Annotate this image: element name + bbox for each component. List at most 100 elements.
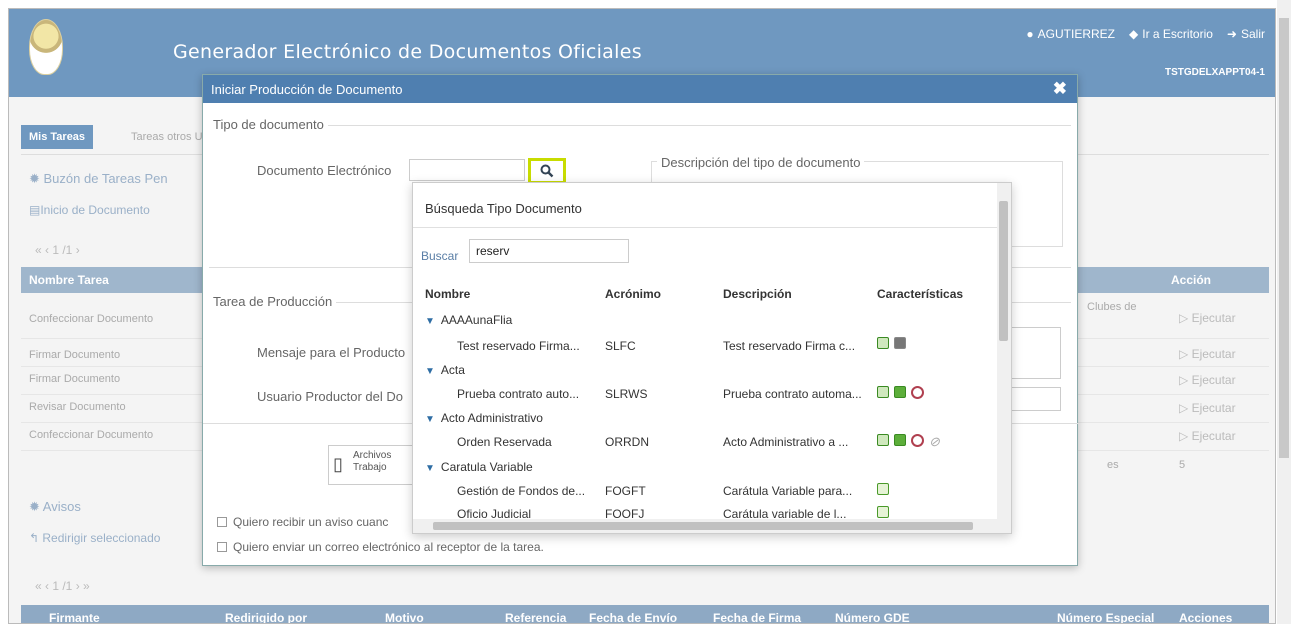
divider bbox=[413, 227, 1001, 228]
collapse-icon: ▼ bbox=[425, 463, 435, 474]
tipo-documento-legend: Tipo de documento bbox=[209, 117, 328, 132]
document-icon: ▤ bbox=[29, 203, 41, 217]
group-acto-administrativo[interactable]: ▼ Acto Administrativo bbox=[425, 411, 543, 425]
attachment-icon: ▯ bbox=[333, 454, 343, 474]
server-name: TSTGDELXAPPT04-1 bbox=[1164, 67, 1265, 78]
item-acronimo[interactable]: SLFC bbox=[605, 339, 636, 353]
trabajo-label: Trabajo bbox=[353, 462, 387, 473]
col-redirigido: Redirigido por bbox=[225, 611, 307, 624]
escudo-logo bbox=[29, 19, 63, 75]
buscar-input[interactable]: reserv bbox=[469, 239, 629, 263]
ejecutar-button[interactable]: ▷ Ejecutar bbox=[1179, 311, 1236, 325]
ejecutar-button[interactable]: ▷ Ejecutar bbox=[1179, 429, 1236, 443]
user-link[interactable]: ● AGUTIERREZ bbox=[1026, 27, 1115, 41]
col-nombre[interactable]: Nombre bbox=[425, 287, 470, 301]
aviso-checkbox[interactable] bbox=[217, 517, 227, 527]
group-aaaaunaflia[interactable]: ▼ AAAAunaFlia bbox=[425, 313, 512, 327]
gear-icon: ✹ bbox=[29, 499, 43, 514]
item-nombre[interactable]: Test reservado Firma... bbox=[457, 339, 580, 353]
desktop-link[interactable]: ◆ Ir a Escritorio bbox=[1129, 27, 1213, 41]
desktop-icon: ◆ bbox=[1129, 27, 1139, 41]
item-caracteristicas bbox=[877, 506, 889, 518]
scroll-thumb[interactable] bbox=[433, 522, 973, 530]
item-descripcion[interactable]: Acto Administrativo a ... bbox=[723, 435, 848, 449]
popup-vertical-scrollbar[interactable] bbox=[997, 183, 1011, 533]
ejecutar-button[interactable]: ▷ Ejecutar bbox=[1179, 401, 1236, 415]
busqueda-tipo-documento-popup: Búsqueda Tipo Documento Buscar reserv No… bbox=[412, 182, 1012, 534]
col-nombre-tarea: Nombre Tarea bbox=[29, 273, 109, 287]
count-value: 5 bbox=[1179, 459, 1186, 471]
inicio-documento-link[interactable]: ▤Inicio de Documento bbox=[29, 203, 150, 217]
item-nombre[interactable]: Gestión de Fondos de... bbox=[457, 484, 585, 498]
desktop-label: Ir a Escritorio bbox=[1142, 27, 1213, 41]
close-icon[interactable]: ✖ bbox=[1053, 79, 1067, 99]
ejecutar-button[interactable]: ▷ Ejecutar bbox=[1179, 373, 1236, 387]
aviso-checkbox-row[interactable]: Quiero recibir un aviso cuanc bbox=[217, 515, 388, 529]
group-label: Acta bbox=[440, 363, 465, 377]
item-nombre[interactable]: Prueba contrato auto... bbox=[457, 387, 579, 401]
item-acronimo[interactable]: SLRWS bbox=[605, 387, 647, 401]
item-caracteristicas bbox=[877, 337, 906, 349]
attach-icon: ⊘ bbox=[929, 434, 940, 449]
divider bbox=[209, 125, 1071, 126]
correo-checkbox-row[interactable]: Quiero enviar un correo electrónico al r… bbox=[217, 540, 544, 554]
col-motivo: Motivo bbox=[385, 611, 424, 624]
item-acronimo[interactable]: ORRDN bbox=[605, 435, 649, 449]
scroll-thumb[interactable] bbox=[1279, 18, 1289, 458]
redirigir-button[interactable]: ↰ Redirigir seleccionado bbox=[29, 531, 160, 545]
pager-top[interactable]: « ‹ 1 /1 › bbox=[35, 243, 80, 257]
logout-label: Salir bbox=[1240, 27, 1265, 41]
group-acta[interactable]: ▼ Acta bbox=[425, 363, 465, 377]
descripcion-legend: Descripción del tipo de documento bbox=[657, 155, 865, 170]
col-acciones: Acciones bbox=[1179, 611, 1233, 624]
gear-icon: ✹ bbox=[29, 171, 44, 186]
pager-bottom[interactable]: « ‹ 1 /1 › » bbox=[35, 579, 90, 593]
buzon-section[interactable]: ✹ Buzón de Tareas Pen bbox=[29, 171, 168, 187]
col-caracteristicas[interactable]: Características bbox=[877, 287, 963, 301]
count-suffix: es bbox=[1107, 459, 1119, 471]
item-nombre[interactable]: Orden Reservada bbox=[457, 435, 552, 449]
col-acronimo[interactable]: Acrónimo bbox=[605, 287, 661, 301]
group-caratula-variable[interactable]: ▼ Caratula Variable bbox=[425, 460, 533, 474]
usuario-input[interactable] bbox=[1011, 387, 1061, 411]
username: AGUTIERREZ bbox=[1037, 27, 1115, 41]
correo-checkbox[interactable] bbox=[217, 542, 227, 552]
archivos-trabajo-button[interactable]: ▯ Archivos Trabajo bbox=[328, 445, 418, 485]
col-accion: Acción bbox=[1171, 273, 1212, 287]
col-firmante: Firmante bbox=[49, 611, 100, 624]
item-caracteristicas: ⊘ bbox=[877, 434, 940, 449]
logout-link[interactable]: ➜ Salir bbox=[1227, 27, 1265, 41]
ejecutar-button[interactable]: ▷ Ejecutar bbox=[1179, 347, 1236, 361]
reply-icon: ↰ bbox=[29, 531, 43, 545]
col-fecha-firma: Fecha de Firma bbox=[713, 611, 802, 624]
scroll-thumb[interactable] bbox=[999, 201, 1008, 341]
documento-electronico-label: Documento Electrónico bbox=[257, 163, 392, 178]
buscar-label: Buscar bbox=[421, 249, 459, 263]
avisos-label: Avisos bbox=[42, 499, 81, 514]
col-descripcion[interactable]: Descripción bbox=[723, 287, 792, 301]
popup-horizontal-scrollbar[interactable] bbox=[413, 519, 999, 533]
task-name: Confeccionar Documento bbox=[29, 429, 154, 441]
e-green-icon bbox=[894, 386, 906, 398]
t-green-icon bbox=[877, 506, 889, 518]
collapse-icon: ▼ bbox=[425, 316, 435, 327]
usuario-label: Usuario Productor del Do bbox=[257, 389, 403, 404]
mensaje-label: Mensaje para el Producto bbox=[257, 345, 406, 360]
group-label: Caratula Variable bbox=[440, 460, 533, 474]
avisos-section[interactable]: ✹ Avisos bbox=[29, 499, 81, 515]
item-descripcion[interactable]: Test reservado Firma c... bbox=[723, 339, 855, 353]
doc-green-icon bbox=[877, 386, 889, 398]
item-descripcion[interactable]: Carátula Variable para... bbox=[723, 484, 852, 498]
documento-electronico-input[interactable] bbox=[409, 159, 525, 181]
tab-tareas-otros[interactable]: Tareas otros U bbox=[131, 131, 203, 143]
item-descripcion[interactable]: Prueba contrato automa... bbox=[723, 387, 862, 401]
collapse-icon: ▼ bbox=[425, 414, 435, 425]
col-referencia: Referencia bbox=[505, 611, 567, 624]
tab-mis-tareas[interactable]: Mis Tareas bbox=[21, 125, 94, 149]
item-acronimo[interactable]: FOGFT bbox=[605, 484, 646, 498]
app-title: Generador Electrónico de Documentos Ofic… bbox=[173, 41, 642, 63]
task-name: Confeccionar Documento bbox=[29, 313, 154, 325]
page-vertical-scrollbar[interactable] bbox=[1277, 0, 1291, 624]
search-button[interactable] bbox=[528, 158, 566, 184]
mensaje-textarea[interactable] bbox=[1011, 327, 1061, 379]
